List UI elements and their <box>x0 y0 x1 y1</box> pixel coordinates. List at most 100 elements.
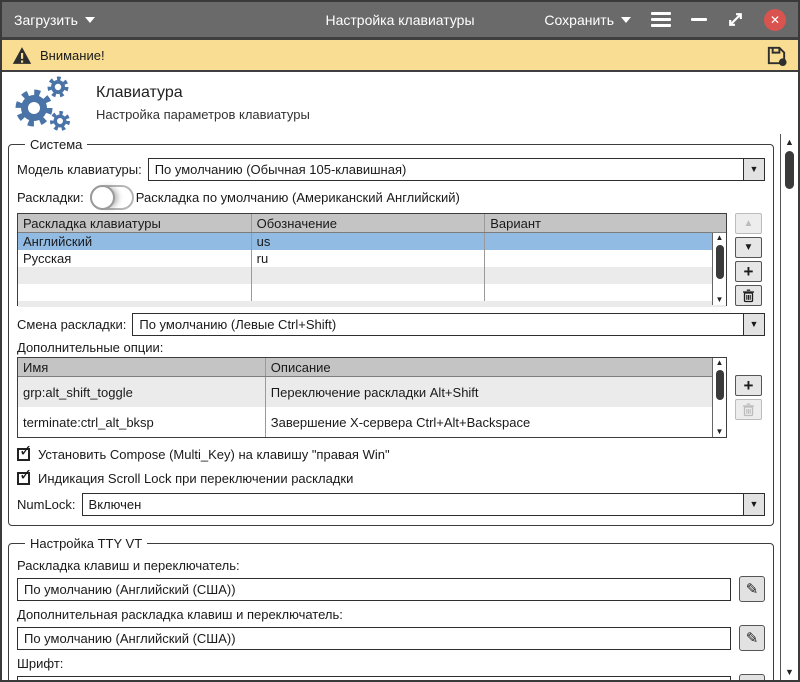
numlock-row: NumLock: Включен ▼ <box>17 491 765 517</box>
options-table-header: Имя Описание <box>18 358 726 377</box>
layout-switch-select[interactable]: По умолчанию (Левые Ctrl+Shift) ▼ <box>132 313 765 336</box>
checkmark-icon: ✓ <box>19 465 32 485</box>
column-header-name[interactable]: Имя <box>18 358 266 376</box>
column-header-variant[interactable]: Вариант <box>485 214 726 232</box>
scrollbar-thumb[interactable] <box>716 245 724 279</box>
table-row-empty <box>18 301 726 307</box>
layouts-table: Раскладка клавиатуры Обозначение Вариант… <box>17 213 727 306</box>
scrolllock-checkbox-row: ✓ Индикация Scroll Lock при переключении… <box>17 467 765 489</box>
expand-icon[interactable] <box>727 11 744 28</box>
chevron-down-icon <box>85 17 95 23</box>
scroll-down-icon[interactable]: ▼ <box>716 295 724 305</box>
layouts-table-scrollbar[interactable]: ▲ ▼ <box>712 233 726 305</box>
layouts-default-hint: Раскладка по умолчанию (Американский Анг… <box>136 190 460 205</box>
scroll-up-icon[interactable]: ▲ <box>785 137 794 147</box>
delete-option-button <box>735 399 762 420</box>
chevron-down-icon[interactable]: ▼ <box>743 159 764 180</box>
tty-font-label: Шрифт: <box>17 656 765 671</box>
cell-layout: Русская <box>18 250 252 267</box>
scrolllock-checkbox[interactable]: ✓ <box>17 472 30 485</box>
table-row-russian[interactable]: Русская ru <box>18 250 726 267</box>
load-menu-label: Загрузить <box>14 12 78 28</box>
move-down-button[interactable]: ▼ <box>735 237 762 258</box>
pencil-icon: ✎ <box>746 629 759 647</box>
tty-extra-layout-input[interactable] <box>17 627 731 650</box>
column-header-description[interactable]: Описание <box>266 358 726 376</box>
load-menu-button[interactable]: Загрузить <box>14 12 95 28</box>
options-table-scrollbar[interactable]: ▲ ▼ <box>712 358 726 437</box>
save-file-button[interactable] <box>765 44 788 67</box>
options-table: Имя Описание grp:alt_shift_toggle Перекл… <box>17 357 727 438</box>
edit-tty-extra-layout-button[interactable]: ✎ <box>739 625 765 651</box>
warning-bar: Внимание! <box>2 40 798 72</box>
checkmark-icon: ✓ <box>19 441 32 461</box>
layouts-label: Раскладки: <box>17 190 84 205</box>
edit-tty-font-button[interactable]: ✎ <box>739 674 765 682</box>
cell-option-name: grp:alt_shift_toggle <box>18 377 266 407</box>
keyboard-model-select[interactable]: По умолчанию (Обычная 105-клавишная) ▼ <box>148 158 765 181</box>
cell-option-desc: Завершение X-сервера Ctrl+Alt+Backspace <box>266 407 726 437</box>
tty-extra-layout-label: Дополнительная раскладка клавиш и перекл… <box>17 607 765 622</box>
chevron-down-icon[interactable]: ▼ <box>743 494 764 515</box>
table-row-english[interactable]: Английский us <box>18 233 726 250</box>
table-row-empty <box>18 284 726 301</box>
page-subtitle: Настройка параметров клавиатуры <box>96 107 310 122</box>
cell-code: us <box>252 233 486 250</box>
layout-switch-value: По умолчанию (Левые Ctrl+Shift) <box>133 314 743 335</box>
trash-icon <box>742 403 755 417</box>
tty-font-input[interactable] <box>17 676 731 682</box>
delete-layout-button[interactable] <box>735 285 762 306</box>
layouts-table-header: Раскладка клавиатуры Обозначение Вариант <box>18 214 726 233</box>
titlebar: Настройка клавиатуры Загрузить Сохранить… <box>2 2 798 40</box>
edit-tty-layout-button[interactable]: ✎ <box>739 576 765 602</box>
system-legend: Система <box>25 137 87 152</box>
gears-icon <box>10 74 76 132</box>
scroll-up-icon[interactable]: ▲ <box>716 358 724 368</box>
column-header-layout[interactable]: Раскладка клавиатуры <box>18 214 252 232</box>
add-layout-button[interactable]: + <box>735 261 762 282</box>
page-title: Клавиатура <box>96 84 310 102</box>
scroll-up-icon[interactable]: ▲ <box>716 233 724 243</box>
cell-code: ru <box>252 250 486 267</box>
main-panel: Система Модель клавиатуры: По умолчанию … <box>2 134 781 680</box>
tty-section: Настройка TTY VT Раскладка клавиш и пере… <box>8 536 774 682</box>
tty-legend: Настройка TTY VT <box>25 536 147 551</box>
toggle-knob <box>90 185 115 210</box>
close-icon[interactable]: ✕ <box>764 9 786 31</box>
keyboard-model-row: Модель клавиатуры: По умолчанию (Обычная… <box>17 156 765 182</box>
tty-layout-input[interactable] <box>17 578 731 601</box>
extra-options-label: Дополнительные опции: <box>17 340 765 355</box>
trash-icon <box>742 289 755 303</box>
main-scrollbar[interactable]: ▲ ▼ <box>781 134 798 680</box>
hamburger-menu-icon[interactable] <box>651 12 671 27</box>
scrollbar-thumb[interactable] <box>785 151 794 189</box>
add-option-button[interactable]: + <box>735 375 762 396</box>
minimize-icon[interactable] <box>691 18 707 21</box>
floppy-save-icon <box>765 44 788 67</box>
table-row-option[interactable]: grp:alt_shift_toggle Переключение раскла… <box>18 377 726 407</box>
layouts-toggle[interactable] <box>90 185 134 210</box>
warning-text: Внимание! <box>40 48 105 63</box>
tty-layout-label: Раскладка клавиш и переключатель: <box>17 558 765 573</box>
numlock-value: Включен <box>83 494 743 515</box>
layouts-row: Раскладки: Раскладка по умолчанию (Амери… <box>17 184 765 210</box>
compose-checkbox-label: Установить Compose (Multi_Key) на клавиш… <box>38 447 390 462</box>
scrollbar-thumb[interactable] <box>716 370 724 400</box>
table-row-option[interactable]: terminate:ctrl_alt_bksp Завершение X-сер… <box>18 407 726 437</box>
chevron-down-icon <box>621 17 631 23</box>
scroll-down-icon[interactable]: ▼ <box>716 427 724 437</box>
table-row-empty <box>18 267 726 284</box>
keyboard-model-label: Модель клавиатуры: <box>17 162 142 177</box>
move-up-button: ▲ <box>735 213 762 234</box>
app-header: Клавиатура Настройка параметров клавиату… <box>2 72 798 134</box>
column-header-code[interactable]: Обозначение <box>252 214 486 232</box>
scroll-down-icon[interactable]: ▼ <box>785 667 794 677</box>
compose-checkbox[interactable]: ✓ <box>17 448 30 461</box>
chevron-down-icon[interactable]: ▼ <box>743 314 764 335</box>
save-menu-label: Сохранить <box>544 12 614 28</box>
keyboard-model-value: По умолчанию (Обычная 105-клавишная) <box>149 159 743 180</box>
cell-option-name: terminate:ctrl_alt_bksp <box>18 407 266 437</box>
save-menu-button[interactable]: Сохранить <box>544 12 631 28</box>
pencil-icon: ✎ <box>746 580 759 598</box>
numlock-select[interactable]: Включен ▼ <box>82 493 765 516</box>
